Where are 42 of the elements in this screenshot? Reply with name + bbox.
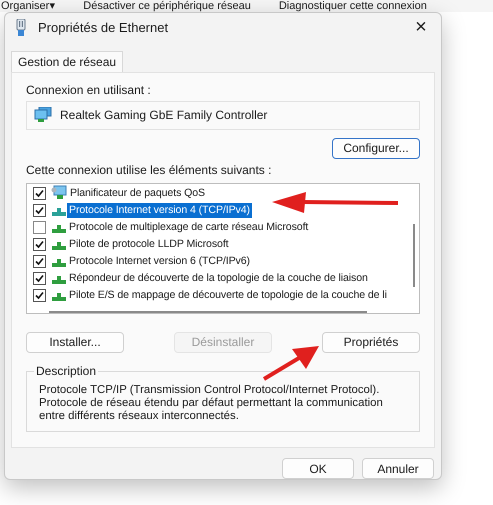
list-item[interactable]: Répondeur de découverte de la topologie de la couche de liaison bbox=[67, 270, 370, 286]
monitor-icon bbox=[51, 185, 67, 202]
connection-label: Connexion en utilisant : bbox=[26, 82, 151, 97]
list-item[interactable]: Protocole Internet version 6 (TCP/IPv6) bbox=[67, 254, 252, 269]
network-protocol-icon bbox=[52, 293, 66, 302]
checkbox[interactable] bbox=[33, 288, 46, 302]
close-button[interactable]: × bbox=[401, 16, 441, 40]
ethernet-plug-icon bbox=[16, 18, 26, 37]
network-protocol-icon bbox=[52, 242, 66, 250]
toolbar-item[interactable]: Organiser▾ bbox=[1, 0, 56, 12]
arrow-annotation bbox=[262, 345, 320, 381]
checkbox[interactable] bbox=[33, 220, 46, 234]
scrollbar[interactable] bbox=[413, 224, 415, 287]
network-protocol-icon bbox=[52, 276, 66, 284]
toolbar-item[interactable]: Diagnostiquer cette connexion bbox=[278, 0, 427, 12]
network-protocol-icon bbox=[52, 208, 66, 216]
action-button[interactable]: Installer... bbox=[26, 332, 124, 353]
checkbox[interactable] bbox=[33, 238, 46, 251]
tab[interactable]: Gestion de réseau bbox=[11, 50, 124, 72]
group-legend: Description bbox=[34, 364, 98, 378]
list-item[interactable]: Pilote de protocole LLDP Microsoft bbox=[67, 236, 231, 252]
checkbox[interactable] bbox=[33, 204, 46, 217]
checkbox[interactable] bbox=[33, 186, 46, 200]
list-item[interactable]: Planificateur de paquets QoS bbox=[68, 186, 208, 201]
network-protocol-icon bbox=[52, 259, 66, 268]
dialog-button[interactable]: Annuler bbox=[362, 458, 434, 479]
toolbar-item[interactable]: Désactiver ce périphérique réseau bbox=[83, 0, 251, 12]
network-protocol-icon bbox=[52, 225, 66, 234]
description-text: Protocole TCP/IP (Transmission Control Protocol/Internet Protocol). Protocole de réseau étendu par défaut permettant la communication entre différents réseaux interconnectés. bbox=[39, 384, 384, 423]
checkbox[interactable] bbox=[33, 254, 46, 268]
dialog-button[interactable]: OK bbox=[282, 458, 354, 479]
scrollbar[interactable] bbox=[49, 310, 367, 313]
configure-button[interactable]: Configurer... bbox=[332, 138, 420, 159]
list-item[interactable]: Protocole de multiplexage de carte réseau Microsoft bbox=[67, 220, 310, 235]
network-adapter-icon bbox=[34, 107, 52, 124]
list-item[interactable]: Pilote E/S de mappage de découverte de topologie de la couche de li bbox=[67, 288, 389, 303]
window-title: Propriétés de Ethernet bbox=[38, 20, 170, 36]
list-item[interactable]: Protocole Internet version 4 (TCP/IPv4) bbox=[67, 202, 252, 218]
adapter-name: Realtek Gaming GbE Family Controller bbox=[60, 108, 268, 122]
checkbox[interactable] bbox=[33, 272, 46, 285]
action-button[interactable]: Propriétés bbox=[322, 332, 420, 353]
items-label: Cette connexion utilise les éléments suivants : bbox=[26, 162, 272, 177]
